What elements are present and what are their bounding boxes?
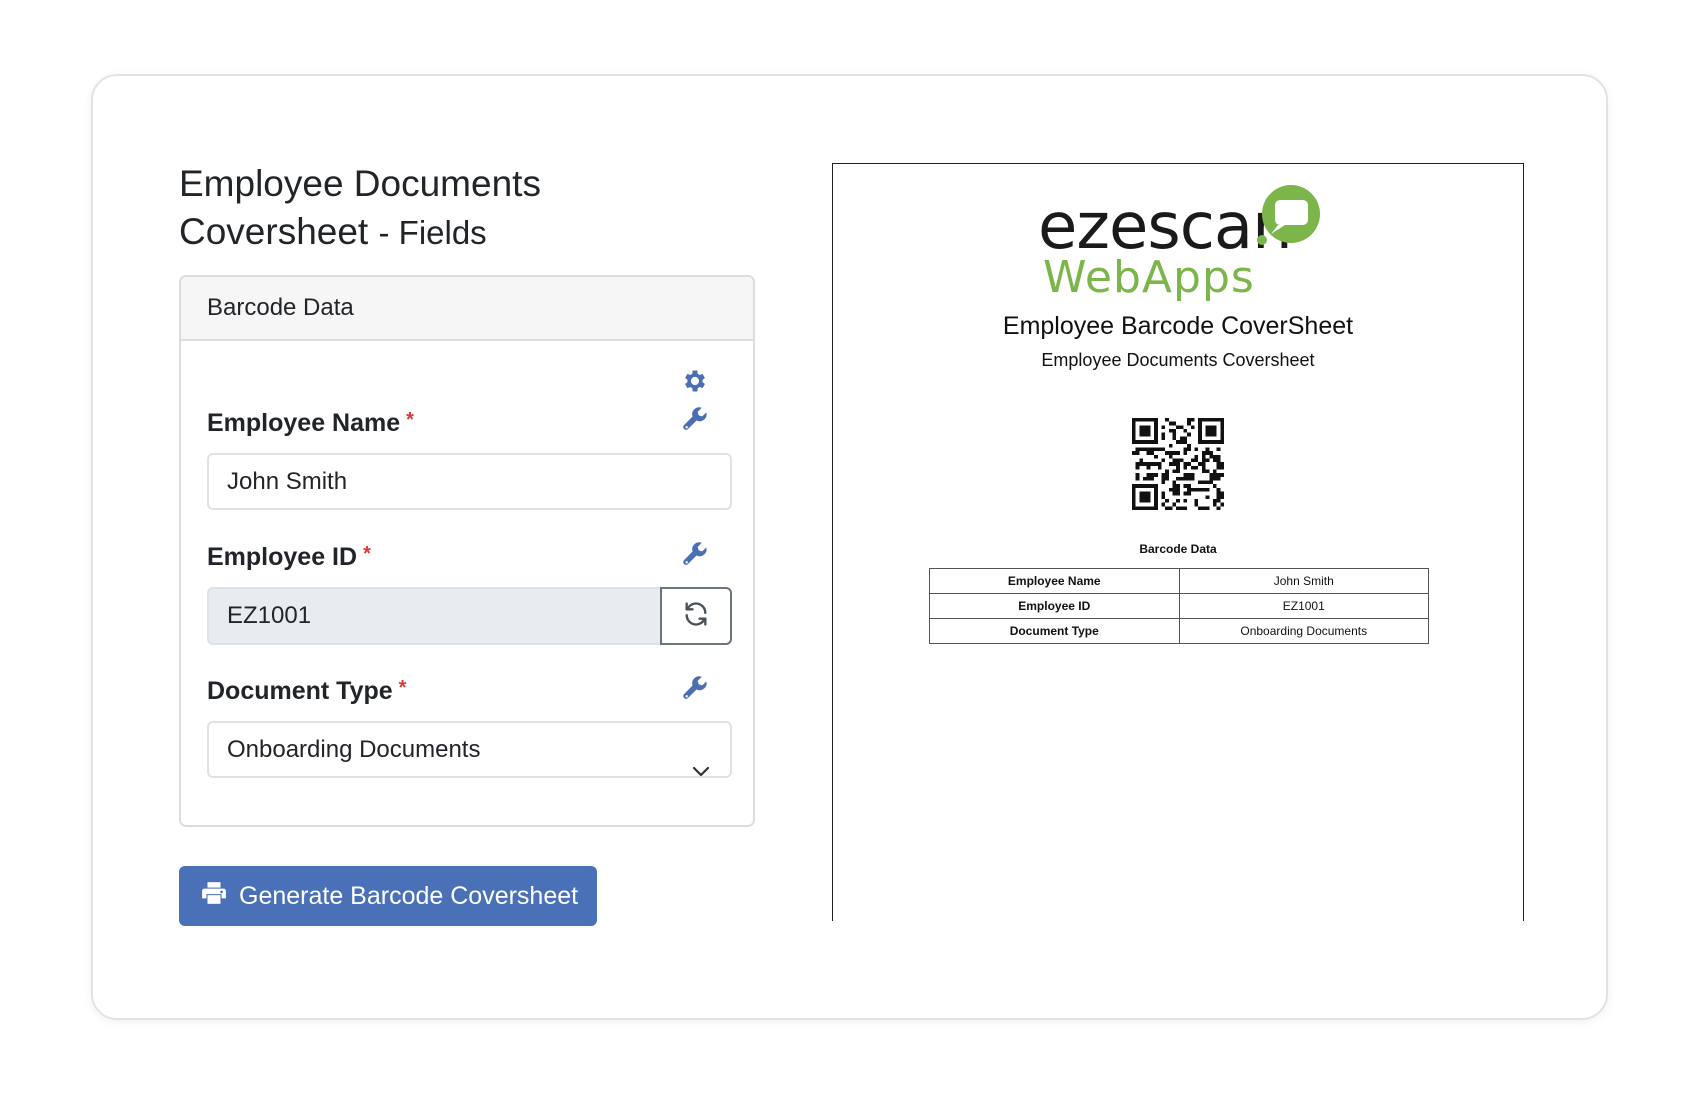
preview-subtitle: Employee Documents Coversheet [1041,350,1315,370]
table-row: Document Type Onboarding Documents [929,618,1429,644]
document-type-label-text: Document Type [207,677,393,705]
preview-barcode-table: Employee Name John Smith Employee ID EZ1… [929,568,1429,644]
chat-bubble-icon [1256,184,1322,251]
refresh-icon [682,600,710,633]
panel-header: Barcode Data [181,277,753,341]
required-marker: * [363,543,371,565]
employee-id-input[interactable] [207,587,660,645]
table-cell-value: John Smith [1178,568,1429,594]
refresh-id-button[interactable] [660,587,732,645]
employee-name-label-text: Employee Name [207,409,401,437]
table-cell-key: Employee ID [929,593,1180,619]
wrench-icon[interactable] [681,674,709,702]
qr-code-icon [1132,418,1224,515]
table-cell-key: Employee Name [929,568,1180,594]
employee-id-group [207,587,732,645]
wrench-icon[interactable] [681,540,709,568]
table-row: Employee Name John Smith [929,568,1429,594]
employee-name-label: Employee Name * [207,409,414,438]
ezescan-logo: ezescan WebApps [1038,180,1320,303]
generate-coversheet-button[interactable]: Generate Barcode Coversheet [179,866,597,926]
chevron-down-icon [692,743,710,796]
employee-id-label: Employee ID * [207,543,371,572]
table-cell-value: Onboarding Documents [1178,618,1429,644]
printer-icon [201,880,227,913]
table-row: Employee ID EZ1001 [929,593,1429,619]
coversheet-preview: ezescan WebApps Employee Barcode CoverSh… [832,163,1524,921]
preview-barcode-heading: Barcode Data [1139,542,1217,556]
required-marker: * [398,677,407,699]
generate-button-label: Generate Barcode Coversheet [239,881,579,910]
gear-icon[interactable] [681,367,709,395]
table-cell-value: EZ1001 [1178,593,1429,619]
employee-name-input[interactable] [207,453,732,510]
wrench-icon[interactable] [681,405,709,433]
logo-subwordmark: WebApps [1043,252,1255,303]
preview-title: Employee Barcode CoverSheet [1002,312,1354,340]
table-cell-key: Document Type [929,618,1180,644]
document-type-select[interactable]: Onboarding Documents [207,721,732,778]
barcode-data-panel: Barcode Data Employee Name* Employee ID*… [179,275,755,827]
page-title-suffix: - Fields [378,214,487,251]
required-marker: * [406,409,414,431]
page-title: Employee Documents Coversheet - Fields [179,160,599,257]
employee-id-label-text: Employee ID [207,543,358,571]
document-type-value: Onboarding Documents [227,736,481,763]
document-type-label: Document Type * [207,677,406,706]
